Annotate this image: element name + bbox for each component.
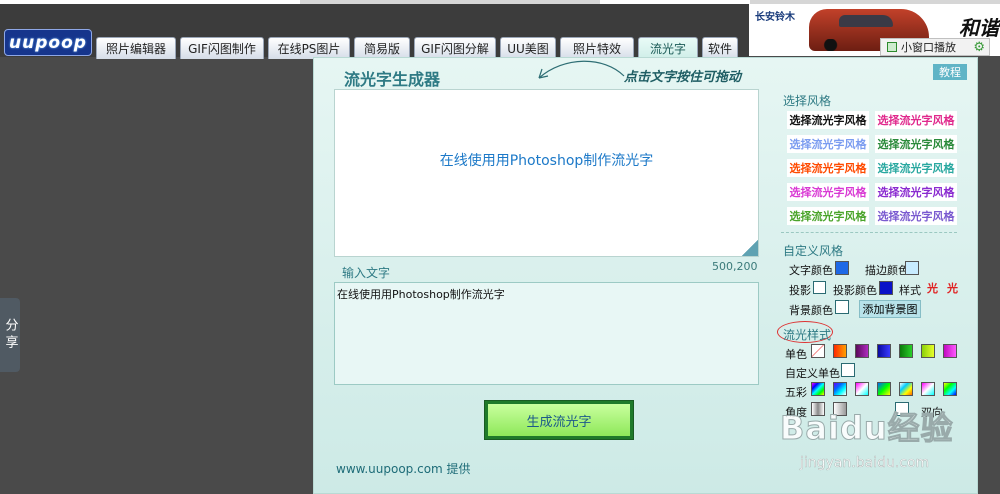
preview-text[interactable]: 在线使用用Photoshop制作流光字 — [335, 150, 758, 170]
multicolor-label: 五彩 — [785, 386, 807, 399]
shadow-color-label: 投影颜色 — [833, 284, 877, 297]
choose-style-heading: 选择风格 — [783, 94, 832, 108]
top-navigation: uupoop 照片编辑器 GIF闪图制作 在线PS图片 简易版 GIF闪图分解 … — [0, 4, 750, 59]
tab-flowing-text[interactable]: 流光字 — [638, 37, 698, 59]
tab-simple[interactable]: 简易版 — [354, 37, 410, 59]
add-background-button[interactable]: 添加背景图 — [859, 300, 921, 318]
multicolor-swatch[interactable] — [833, 382, 847, 396]
custom-mono-swatch[interactable] — [841, 363, 855, 377]
text-color-label: 文字颜色 — [789, 264, 833, 277]
tab-software[interactable]: 软件 — [702, 37, 738, 59]
baidu-watermark: Baidu经验 — [780, 409, 954, 448]
style-preset[interactable]: 选择流光字风格 — [787, 207, 869, 225]
drag-hint: 点击文字按住可拖动 — [624, 70, 742, 85]
style-preset[interactable]: 选择流光字风格 — [787, 111, 869, 129]
shadow-color-swatch[interactable] — [879, 281, 893, 295]
style-preset[interactable]: 选择流光字风格 — [875, 111, 957, 129]
mini-window-label: 小窗口播放 — [901, 41, 956, 54]
text-color-swatch[interactable] — [835, 261, 849, 275]
shadow-label: 投影 — [789, 284, 811, 297]
flow-style-heading: 流光样式 — [783, 328, 832, 342]
multicolor-swatch[interactable] — [811, 382, 825, 396]
share-tab[interactable]: 分享 — [0, 298, 20, 372]
style-preset[interactable]: 选择流光字风格 — [875, 135, 957, 153]
mono-swatch-none[interactable] — [811, 344, 825, 358]
mini-window-button[interactable]: 小窗口播放 ⚙ — [880, 38, 990, 56]
style-label: 样式 — [899, 284, 921, 297]
mono-swatch[interactable] — [921, 344, 935, 358]
bg-color-label: 背景颜色 — [789, 304, 833, 317]
multicolor-swatch[interactable] — [877, 382, 891, 396]
ad-slogan: 和谐 — [959, 16, 999, 40]
canvas-size-readout: 500,200 — [712, 260, 758, 273]
text-input[interactable]: 在线使用用Photoshop制作流光字 — [334, 282, 759, 385]
custom-mono-label: 自定义单色 — [785, 367, 840, 380]
mono-swatch[interactable] — [833, 344, 847, 358]
tab-uu-meitu[interactable]: UU美图 — [500, 37, 556, 59]
multicolor-swatch[interactable] — [943, 382, 957, 396]
tutorial-button[interactable]: 教程 — [933, 64, 967, 80]
style-preset[interactable]: 选择流光字风格 — [875, 183, 957, 201]
section-divider — [781, 232, 957, 233]
page-title: 流光字生成器 — [344, 70, 441, 89]
mono-swatch[interactable] — [877, 344, 891, 358]
border-color-swatch[interactable] — [905, 261, 919, 275]
mono-swatch[interactable] — [943, 344, 957, 358]
style-glyph[interactable]: 光 — [947, 280, 958, 296]
multicolor-swatch[interactable] — [899, 382, 913, 396]
style-preset[interactable]: 选择流光字风格 — [875, 207, 957, 225]
tab-online-ps[interactable]: 在线PS图片 — [268, 37, 350, 59]
ad-brand: 长安铃木 — [755, 12, 795, 23]
mono-label: 单色 — [785, 348, 807, 361]
custom-style-heading: 自定义风格 — [783, 244, 844, 258]
style-glyph[interactable]: 光 — [927, 280, 938, 296]
style-preset[interactable]: 选择流光字风格 — [875, 159, 957, 177]
resize-handle[interactable] — [742, 240, 758, 256]
generate-button-label: 生成流光字 — [488, 404, 630, 436]
input-label: 输入文字 — [342, 266, 391, 280]
bg-color-swatch[interactable] — [835, 300, 849, 314]
gear-icon[interactable]: ⚙ — [973, 40, 985, 55]
style-preset[interactable]: 选择流光字风格 — [787, 159, 869, 177]
shadow-checkbox[interactable] — [813, 281, 826, 294]
style-preset[interactable]: 选择流光字风格 — [787, 183, 869, 201]
baidu-watermark-url: jingyan.baidu.com — [800, 455, 930, 471]
tab-gif-maker[interactable]: GIF闪图制作 — [180, 37, 264, 59]
footer-credit: www.uupoop.com 提供 — [336, 462, 471, 476]
multicolor-swatch[interactable] — [921, 382, 935, 396]
uupoop-logo[interactable]: uupoop — [4, 29, 92, 56]
preview-canvas[interactable]: 在线使用用Photoshop制作流光字 — [334, 89, 759, 257]
multicolor-swatch[interactable] — [855, 382, 869, 396]
generate-button[interactable]: 生成流光字 — [484, 400, 634, 440]
style-preset[interactable]: 选择流光字风格 — [787, 135, 869, 153]
tab-photo-editor[interactable]: 照片编辑器 — [96, 37, 176, 59]
window-icon — [887, 42, 897, 52]
curved-arrow-icon — [538, 60, 625, 79]
border-color-label: 描边颜色 — [865, 264, 909, 277]
tab-gif-split[interactable]: GIF闪图分解 — [414, 37, 496, 59]
mono-swatch[interactable] — [899, 344, 913, 358]
mono-swatch[interactable] — [855, 344, 869, 358]
tab-photo-effects[interactable]: 照片特效 — [560, 37, 634, 59]
